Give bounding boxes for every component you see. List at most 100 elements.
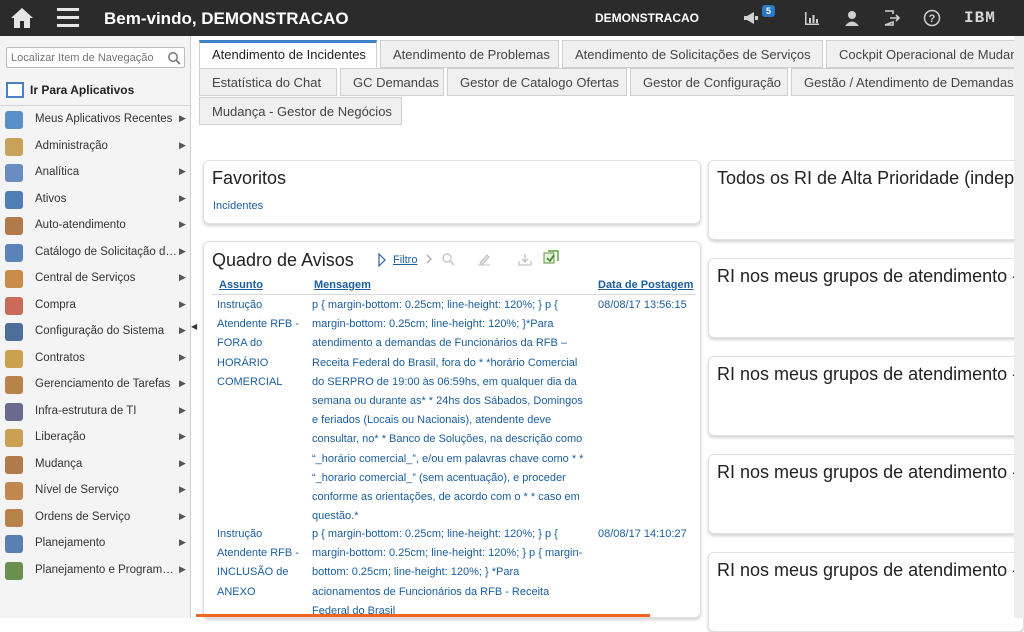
sidebar-item[interactable]: Infra-estrutura de TI ▶ (0, 399, 191, 426)
sidebar-item-label: Planejamento (35, 537, 106, 549)
user-profile-icon[interactable] (843, 9, 861, 27)
sidebar-item[interactable]: Central de Serviços ▶ (0, 266, 191, 293)
tab-5[interactable]: Estatística do Chat (199, 68, 337, 96)
sidebar-item[interactable]: Planejamento ▶ (0, 531, 191, 558)
search-icon[interactable] (167, 51, 181, 65)
tab-4[interactable]: Cockpit Operacional de Mudança (826, 40, 1024, 68)
submenu-arrow-icon: ▶ (179, 378, 186, 388)
sidebar-item-label: Mudança (35, 457, 83, 470)
sidebar-item-label: Liberação (35, 431, 86, 443)
column-header-subject[interactable]: Assunto (219, 279, 263, 291)
home-icon[interactable] (10, 7, 34, 29)
sidebar-item-label: Auto-atendimento (35, 219, 126, 231)
submenu-arrow-icon: ▶ (179, 510, 186, 521)
sidebar-item[interactable]: Administração ▶ (0, 134, 191, 161)
row-message[interactable]: p { margin-bottom: 0.25cm; line-height: … (312, 296, 588, 526)
row-date[interactable]: 08/08/17 14:10:27 (598, 525, 698, 544)
chevron-right-icon[interactable] (425, 252, 433, 266)
sidebar-item[interactable]: Configuração do Sistema ▶ (0, 319, 191, 346)
tab-9[interactable]: Gestão / Atendimento de Demandas (791, 68, 1024, 96)
sign-out-icon[interactable] (883, 9, 901, 27)
tab-8[interactable]: Gestor de Configuração (630, 68, 788, 96)
service-catalog-icon (5, 243, 23, 262)
download-icon[interactable] (518, 252, 532, 266)
planning-icon (5, 535, 23, 553)
favorite-link-incidents[interactable]: Incidentes (213, 200, 263, 212)
user-name[interactable]: DEMONSTRACAO (595, 11, 699, 25)
sidebar-item-label: Nível de Serviço (35, 484, 119, 496)
sidebar-item-label: Ativos (35, 192, 67, 205)
announcements-icon[interactable] (742, 9, 760, 27)
portlet-title: RI nos meus grupos de atendimento - Reso… (717, 560, 1023, 580)
purchase-icon (5, 296, 23, 315)
clear-filter-icon[interactable] (477, 252, 491, 266)
sidebar-item-label: Contratos (35, 351, 85, 364)
sidebar-item[interactable]: Catálogo de Solicitação de Serviço▶ (0, 240, 191, 267)
sidebar-item[interactable]: Ativos ▶ (0, 187, 191, 214)
help-icon[interactable]: ? (923, 9, 941, 27)
sidebar-item[interactable]: Liberação ▶ (0, 425, 191, 452)
go-to-applications-label: Ir Para Aplicativos (30, 83, 135, 97)
application-menu: Meus Aplicativos Recentes ▶ Administração ▶… (0, 107, 191, 584)
row-message[interactable]: p { margin-bottom: 0.25cm; line-height: … (312, 525, 588, 617)
tab-1[interactable]: Atendimento de Incidentes (199, 40, 377, 68)
nav-search-box[interactable] (6, 47, 185, 68)
reports-icon[interactable] (803, 9, 821, 27)
collapse-sidebar-handle[interactable]: ◀ (191, 322, 197, 344)
application-window-icon (6, 82, 24, 98)
tab-7[interactable]: Gestor de Catalogo Ofertas (447, 68, 627, 96)
submenu-arrow-icon: ▶ (179, 113, 186, 123)
group-incidents-portlet: RI nos meus grupos de atendimento - Reso… (708, 552, 1024, 632)
sidebar-item-label: Administração (35, 139, 108, 152)
column-header-message[interactable]: Mensagem (314, 279, 371, 291)
table-row[interactable]: Instrução Atendente RFB - INCLUSÃO de AN… (204, 525, 700, 617)
sidebar-item[interactable]: Nível de Serviço ▶ (0, 478, 191, 505)
favorites-title: Favoritos (212, 168, 287, 188)
row-subject[interactable]: Instrução Atendente RFB - INCLUSÃO de AN… (217, 525, 302, 602)
row-subject[interactable]: Instrução Atendente RFB - FORA do HORÁRI… (217, 296, 302, 392)
self-service-icon (5, 217, 23, 235)
table-row[interactable]: Instrução Atendente RFB - FORA do HORÁRI… (204, 296, 700, 522)
bulletin-board-title: Quadro de Avisos (212, 250, 354, 270)
submenu-arrow-icon: ▶ (179, 219, 186, 229)
sidebar-item-label: Central de Serviços (35, 272, 136, 284)
change-icon (5, 455, 23, 474)
horizontal-scrollbar[interactable] (196, 614, 650, 617)
nav-search-input[interactable] (7, 48, 162, 68)
vertical-scrollbar[interactable] (1014, 36, 1024, 618)
sidebar-item[interactable]: Gerenciamento de Tarefas ▶ (0, 372, 191, 399)
sidebar-item[interactable]: Analítica ▶ (0, 160, 191, 187)
release-icon (5, 429, 23, 447)
go-to-applications[interactable]: Ir Para Aplicativos (4, 80, 188, 102)
refresh-icon[interactable] (543, 250, 559, 266)
tab-6[interactable]: GC Demandas (340, 68, 444, 96)
sidebar-item[interactable]: Ordens de Serviço ▶ (0, 505, 191, 532)
portlet-title: RI nos meus grupos de atendimento - Agua… (717, 266, 1023, 286)
row-date[interactable]: 08/08/17 13:56:15 (598, 296, 698, 315)
submenu-arrow-icon: ▶ (179, 351, 186, 362)
tab-10[interactable]: Mudança - Gestor de Negócios (199, 97, 402, 125)
submenu-arrow-icon: ▶ (179, 404, 186, 415)
bulletin-board-portlet: Quadro de Avisos Filtro Assunto Mensagem… (203, 241, 701, 618)
filter-arrow-icon[interactable] (377, 253, 387, 267)
column-header-date[interactable]: Data de Postagem (598, 279, 693, 291)
sidebar-item[interactable]: Meus Aplicativos Recentes ▶ (0, 107, 191, 134)
sidebar-item[interactable]: Auto-atendimento ▶ (0, 213, 191, 240)
welcome-title: Bem-vindo, DEMONSTRACAO (104, 9, 349, 28)
favorites-portlet: Favoritos Incidentes (203, 160, 701, 224)
sidebar-item-label: Configuração do Sistema (35, 325, 165, 337)
sidebar-item[interactable]: Mudança ▶ (0, 452, 191, 479)
filter-link[interactable]: Filtro (393, 254, 417, 266)
navigation-sidebar: Ir Para Aplicativos Meus Aplicativos Rec… (0, 36, 191, 618)
portlet-title: Todos os RI de Alta Prioridade (independ… (717, 168, 1023, 188)
tab-3[interactable]: Atendimento de Solicitações de Serviços (562, 40, 823, 68)
sidebar-item[interactable]: Compra ▶ (0, 293, 191, 320)
sidebar-item[interactable]: Contratos ▶ (0, 346, 191, 373)
sidebar-item[interactable]: Planejamento e Programação ▶ (0, 558, 191, 585)
hamburger-menu-icon[interactable] (57, 8, 79, 28)
service-desk-icon (5, 270, 23, 288)
find-icon[interactable] (441, 252, 455, 266)
tab-2[interactable]: Atendimento de Problemas (380, 40, 559, 68)
portlet-title: RI nos meus grupos de atendimento - Pend… (717, 462, 1023, 482)
it-infrastructure-icon (5, 402, 23, 421)
